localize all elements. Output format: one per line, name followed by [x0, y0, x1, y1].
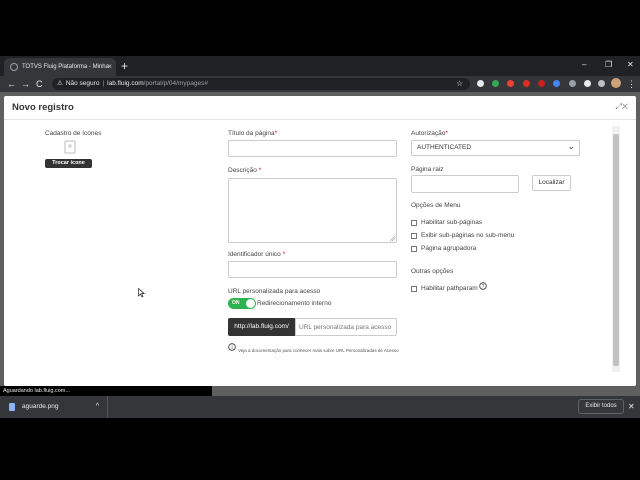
toggle-knob	[246, 299, 255, 308]
custom-url-label: URL personalizada para acesso	[228, 288, 321, 295]
url-path: /portal/p/04/mypages#	[143, 80, 208, 87]
enable-pathparam-label: Habilitar pathparam	[421, 285, 478, 292]
downloads-close-button[interactable]: ✕	[628, 396, 635, 418]
back-button[interactable]: ←	[7, 76, 16, 92]
required-mark: *	[274, 130, 278, 137]
extension-icon-7[interactable]	[569, 80, 576, 87]
required-mark: *	[445, 130, 448, 137]
page-title-input[interactable]	[228, 140, 397, 157]
modal-header: Novo registro ⤢✕	[4, 96, 636, 120]
maximize-button[interactable]: ❐	[605, 58, 612, 72]
image-placeholder-icon	[64, 140, 76, 154]
address-bar[interactable]: ⚠ Não seguro | lab.fluig.com/portal/p/04/my…	[52, 78, 470, 90]
download-file-name: aguarde.png	[22, 403, 59, 410]
extension-icon-1[interactable]	[477, 80, 484, 87]
required-mark: *	[282, 251, 286, 258]
grouping-page-label: Página agrupadora	[421, 245, 477, 252]
bookmark-star-icon[interactable]: ☆	[456, 78, 463, 90]
tab-title: TOTVS Fluig Plataforma - Minha	[22, 64, 109, 70]
file-icon	[9, 403, 15, 411]
unique-id-input[interactable]	[228, 261, 397, 278]
url-host: lab.fluig.com	[107, 80, 144, 87]
profile-avatar[interactable]	[611, 78, 621, 88]
url-help-text[interactable]: Veja a documentação para conhecer mais s…	[228, 346, 400, 356]
url-prefix-addon: http://lab.fluig.com/	[228, 318, 295, 336]
screen: TOTVS Fluig Plataforma - Minha × + – ❐ ✕…	[0, 0, 640, 480]
description-label-text: Descrição	[228, 167, 257, 174]
enable-subpages-checkbox[interactable]	[411, 220, 417, 226]
authorization-value: AUTHENTICATED	[417, 144, 472, 151]
extension-icon-2[interactable]	[492, 80, 499, 87]
url-separator: |	[102, 80, 105, 87]
scrollbar-thumb[interactable]	[613, 134, 619, 366]
icon-section-label: Cadastro de ícones	[45, 130, 102, 137]
internal-redirect-toggle[interactable]: ON	[228, 298, 256, 309]
menu-options-label: Opções de Menu	[411, 202, 461, 209]
enable-pathparam-checkbox[interactable]	[411, 286, 417, 292]
root-page-label: Página raiz	[411, 166, 444, 173]
window-close-button[interactable]: ✕	[627, 58, 634, 72]
description-textarea[interactable]	[228, 178, 397, 243]
new-tab-button[interactable]: +	[121, 58, 128, 74]
extension-icon-9[interactable]	[598, 80, 605, 87]
browser-tab[interactable]: TOTVS Fluig Plataforma - Minha ×	[4, 58, 116, 76]
browser-menu-icon[interactable]: ⋮	[627, 76, 636, 92]
enable-subpages-label: Habilitar sub-páginas	[421, 219, 483, 226]
extension-icon-4[interactable]	[523, 80, 530, 87]
downloads-bar: aguarde.png ^ Exibir todos ✕	[0, 396, 640, 418]
unique-id-label-text: Identificador único	[228, 251, 281, 258]
required-mark: *	[258, 167, 262, 174]
download-item[interactable]: aguarde.png ^	[0, 396, 108, 418]
grouping-page-checkbox[interactable]	[411, 246, 417, 252]
globe-icon	[10, 63, 18, 71]
show-subpages-submenu-label: Exibir sub-páginas no sub-menu	[421, 232, 515, 239]
extension-icon-3[interactable]	[507, 80, 514, 87]
extension-icon-6[interactable]	[553, 80, 560, 87]
other-options-label: Outras opções	[411, 268, 454, 275]
authorization-label: Autorização*	[411, 130, 448, 137]
modal-close-icon[interactable]: ⤢✕	[616, 102, 629, 112]
forward-button[interactable]: →	[21, 76, 30, 92]
toggle-state-label: ON	[232, 300, 240, 306]
description-label: Descrição *	[228, 167, 261, 174]
authorization-label-text: Autorização	[411, 130, 446, 137]
chevron-down-icon: ⌄	[567, 141, 575, 151]
page-title-label-text: Título da página	[228, 130, 275, 137]
warning-icon: ⚠	[57, 80, 63, 87]
status-bar: Aguardando lab.fluig.com...	[0, 386, 212, 396]
show-all-downloads-button[interactable]: Exibir todos	[578, 399, 624, 414]
help-circle-glyph: ?	[482, 284, 485, 290]
modal-scrollbar[interactable]	[612, 126, 620, 372]
help-circle-icon[interactable]: ?	[479, 282, 487, 290]
show-subpages-submenu-checkbox[interactable]	[411, 233, 417, 239]
mouse-cursor-icon	[138, 288, 145, 298]
modal-title: Novo registro	[12, 102, 74, 113]
authorization-select[interactable]: AUTHENTICATED ⌄	[411, 140, 580, 156]
unique-id-label: Identificador único *	[228, 251, 285, 258]
reload-button[interactable]: C	[36, 76, 43, 92]
minimize-button[interactable]: –	[582, 58, 586, 72]
tab-strip: TOTVS Fluig Plataforma - Minha ×	[0, 56, 640, 76]
locate-button[interactable]: Localizar	[532, 175, 571, 191]
custom-url-input[interactable]	[295, 318, 397, 336]
extension-icon-8[interactable]	[584, 80, 591, 87]
page-title-label: Título da página*	[228, 130, 277, 137]
root-page-input[interactable]	[411, 175, 519, 193]
internal-redirect-label: Redirecionamento interno	[257, 300, 332, 307]
extension-icon-5[interactable]	[538, 80, 545, 87]
change-icon-button[interactable]: Trocar ícone	[45, 159, 92, 168]
tab-close-button[interactable]: ×	[107, 58, 112, 76]
chevron-up-icon[interactable]: ^	[96, 396, 99, 418]
security-label: Não seguro	[65, 80, 100, 87]
resize-handle-icon[interactable]	[390, 236, 395, 241]
